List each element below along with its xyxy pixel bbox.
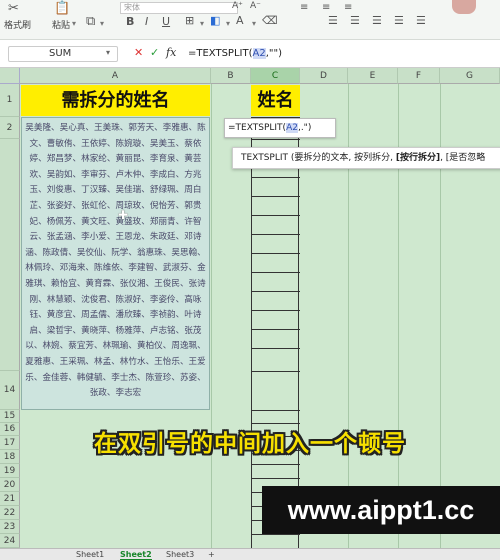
- column-header-c[interactable]: C: [251, 68, 300, 84]
- align-right-icon[interactable]: ☰: [372, 14, 382, 27]
- tooltip-args: (要拆分的文本, 按列拆分,: [290, 153, 396, 163]
- font-size-up-icon[interactable]: A⁺: [232, 1, 243, 11]
- cell-border: [252, 348, 300, 349]
- fx-icon[interactable]: fx: [166, 46, 176, 59]
- sheet-tab-bar: Sheet1 Sheet2 Sheet3 +: [0, 548, 500, 560]
- edit-suffix: ,."): [297, 123, 312, 133]
- border-dropdown-icon[interactable]: ▾: [200, 19, 204, 28]
- cell-border: [252, 329, 300, 330]
- watermark: www.aippt1.cc: [262, 486, 500, 534]
- tooltip-bold-arg: [按行拆分]: [395, 153, 441, 163]
- row-header-24[interactable]: 24: [0, 534, 20, 548]
- row-header-22[interactable]: 22: [0, 506, 20, 520]
- name-box-dropdown-icon[interactable]: ▾: [106, 48, 110, 57]
- format-painter-label[interactable]: 格式刷: [4, 18, 31, 31]
- video-subtitle: 在双引号的中间加入一个顿号: [94, 431, 406, 457]
- select-all-corner[interactable]: [0, 68, 20, 84]
- justify-icon[interactable]: ☰: [394, 14, 404, 27]
- copy-dropdown-icon[interactable]: ▾: [100, 19, 104, 28]
- sheet-tab-3[interactable]: Sheet3: [166, 550, 194, 559]
- sheet-tab-2[interactable]: Sheet2: [120, 550, 152, 560]
- paste-button[interactable]: 粘贴: [52, 18, 70, 31]
- paste-icon[interactable]: 📋: [54, 1, 70, 16]
- column-header-a[interactable]: A: [20, 68, 211, 84]
- fill-dropdown-icon[interactable]: ▾: [226, 19, 230, 28]
- cell-border: [252, 272, 300, 273]
- row-header-1[interactable]: 1: [0, 84, 20, 117]
- clear-icon[interactable]: ⌫: [262, 14, 278, 27]
- formula-bar: SUM ▾ ✕ ✓ fx =TEXTSPLIT(A2,""): [0, 40, 500, 68]
- cell-border: [252, 310, 300, 311]
- cell-border: [252, 196, 300, 197]
- row-header-filler: [0, 139, 20, 371]
- align-middle-icon[interactable]: ≡: [322, 2, 330, 13]
- font-color-dropdown-icon[interactable]: ▾: [252, 19, 256, 28]
- column-header-g[interactable]: G: [440, 68, 500, 84]
- ribbon-toolbar: ✂ 格式刷 📋 粘贴 ▾ ⧉ ▾ 宋体 B I U ⊞ ▾ ◧ ▾ A ⌫ ▾ …: [0, 0, 500, 40]
- align-bottom-icon[interactable]: ≡: [344, 2, 352, 13]
- cell-border: [252, 410, 300, 411]
- cell-editor-c2[interactable]: =TEXTSPLIT(A2,."): [224, 118, 336, 138]
- underline-icon[interactable]: U: [162, 15, 170, 28]
- cell-border: [252, 177, 300, 178]
- column-header-b[interactable]: B: [211, 68, 251, 84]
- column-header-d[interactable]: D: [300, 68, 348, 84]
- align-center-icon[interactable]: ☰: [350, 14, 360, 27]
- grid-line: [211, 84, 212, 548]
- border-icon[interactable]: ⊞: [185, 14, 194, 27]
- function-tooltip: TEXTSPLIT (要拆分的文本, 按列拆分, [按行拆分], [是否忽略: [232, 147, 500, 169]
- tooltip-fn: TEXTSPLIT: [241, 153, 288, 163]
- cell-a2-names[interactable]: 吴美隆、吴心真、王美珠、郭芳天、李雅惠、陈文、曹敏侑、王依婷、陈婉璇、吴美玉、蔡…: [21, 117, 210, 410]
- add-sheet-button[interactable]: +: [208, 550, 215, 559]
- font-size-down-icon[interactable]: A⁻: [250, 1, 261, 11]
- format-painter-icon[interactable]: ✂: [8, 1, 19, 16]
- mouse-cursor-icon: ✚: [118, 208, 129, 222]
- row-header-21[interactable]: 21: [0, 492, 20, 506]
- row-header-14[interactable]: 14: [0, 371, 20, 410]
- tooltip-args-after: , [是否忽略: [440, 153, 486, 163]
- row-header-20[interactable]: 20: [0, 478, 20, 492]
- sheet-tab-1[interactable]: Sheet1: [76, 550, 104, 559]
- row-header-2[interactable]: 2: [0, 117, 20, 139]
- formula-ref: A2: [252, 48, 266, 59]
- formula-after-caret: "): [273, 48, 282, 59]
- row-header-15[interactable]: 15: [0, 410, 20, 423]
- paste-dropdown-icon[interactable]: ▾: [72, 19, 76, 28]
- edit-ref: A2: [286, 123, 298, 133]
- formula-input[interactable]: =TEXTSPLIT(A2,""): [188, 46, 488, 62]
- confirm-icon[interactable]: ✓: [150, 46, 159, 59]
- cell-range-c2-c24[interactable]: [251, 117, 300, 548]
- cell-a1-header[interactable]: 需拆分的姓名: [21, 85, 210, 116]
- cell-border: [252, 464, 300, 465]
- cell-border: [252, 291, 300, 292]
- cancel-icon[interactable]: ✕: [134, 46, 143, 59]
- formula-prefix: =TEXTSPLIT(: [188, 48, 253, 59]
- italic-icon[interactable]: I: [145, 15, 148, 28]
- cell-border: [252, 215, 300, 216]
- bold-icon[interactable]: B: [126, 15, 134, 28]
- cell-border: [252, 253, 300, 254]
- fill-color-icon[interactable]: ◧: [210, 14, 220, 27]
- column-header-f[interactable]: F: [398, 68, 440, 84]
- distributed-icon[interactable]: ☰: [416, 14, 426, 27]
- cell-border: [252, 478, 300, 479]
- cell-border: [252, 534, 300, 535]
- row-header-23[interactable]: 23: [0, 520, 20, 534]
- align-top-icon[interactable]: ≡: [300, 2, 308, 13]
- cell-border: [252, 234, 300, 235]
- avatar[interactable]: [452, 0, 476, 14]
- copy-icon[interactable]: ⧉: [86, 14, 95, 29]
- row-header-19[interactable]: 19: [0, 464, 20, 478]
- cell-c1-header[interactable]: 姓名: [251, 85, 300, 116]
- cell-border: [252, 139, 300, 140]
- font-name-select[interactable]: 宋体: [120, 2, 238, 14]
- font-color-icon[interactable]: A: [236, 14, 244, 27]
- column-header-e[interactable]: E: [348, 68, 398, 84]
- edit-prefix: =TEXTSPLIT(: [228, 123, 287, 133]
- align-left-icon[interactable]: ☰: [328, 14, 338, 27]
- name-box[interactable]: SUM: [8, 46, 118, 62]
- cell-border: [252, 371, 300, 372]
